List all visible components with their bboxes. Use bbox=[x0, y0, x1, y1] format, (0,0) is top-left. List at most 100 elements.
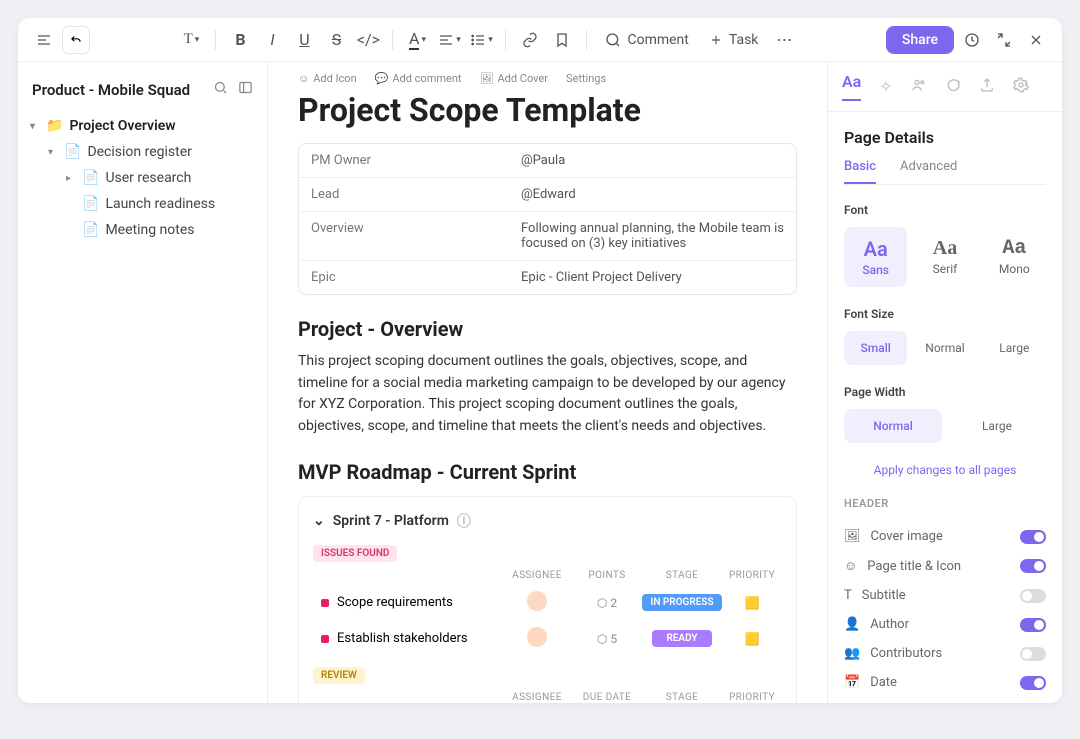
toggle[interactable] bbox=[1020, 589, 1046, 603]
list-button[interactable]: ▾ bbox=[467, 26, 495, 54]
add-comment-action[interactable]: 💬 Add comment bbox=[375, 72, 462, 85]
row-label: Cover image bbox=[871, 529, 943, 544]
avatar[interactable] bbox=[527, 627, 547, 647]
status-dot bbox=[321, 599, 329, 607]
tab-settings-icon[interactable] bbox=[1013, 77, 1029, 97]
undo-button[interactable] bbox=[62, 26, 90, 54]
meta-value: Epic - Client Project Delivery bbox=[509, 261, 796, 294]
width-normal[interactable]: Normal bbox=[844, 409, 942, 443]
points: ⬡ 5 bbox=[572, 632, 642, 646]
tab-ai-icon[interactable]: ✧ bbox=[879, 77, 892, 96]
rpanel-title: Page Details bbox=[844, 128, 1046, 147]
stage-pill[interactable]: IN PROGRESS bbox=[642, 594, 721, 611]
add-cover-action[interactable]: 🖼 Add Cover bbox=[480, 72, 548, 85]
header-toggle-row: T Subtitle bbox=[844, 581, 1046, 610]
col-header: DUE DATE bbox=[572, 692, 642, 703]
meta-row[interactable]: Lead@Edward bbox=[299, 178, 796, 212]
tab-chat-icon[interactable] bbox=[945, 77, 961, 97]
fontsize-small[interactable]: Small bbox=[844, 331, 907, 365]
bold-button[interactable]: B bbox=[226, 26, 254, 54]
sidebar-item[interactable]: 📄 Launch readiness bbox=[26, 191, 259, 217]
font-mono[interactable]: AaMono bbox=[983, 227, 1046, 287]
task-button[interactable]: Task bbox=[701, 32, 767, 48]
toggle[interactable] bbox=[1020, 559, 1046, 573]
page-title[interactable]: Project Scope Template bbox=[298, 91, 797, 129]
overview-body[interactable]: This project scoping document outlines t… bbox=[298, 351, 797, 438]
more-icon[interactable]: ⋯ bbox=[770, 26, 798, 54]
sidebar-item[interactable]: ▾📁Project Overview bbox=[26, 113, 259, 139]
font-color-button[interactable]: A▾ bbox=[403, 26, 431, 54]
sidebar-item[interactable]: 📄Meeting notes bbox=[26, 217, 259, 243]
underline-button[interactable]: U bbox=[290, 26, 318, 54]
fontsize-normal[interactable]: Normal bbox=[913, 331, 976, 365]
sidebar-tree: ▾📁Project Overview▾📄Decision register▸📄U… bbox=[26, 113, 259, 243]
doc-icon: 📄 bbox=[64, 144, 81, 160]
meta-row[interactable]: EpicEpic - Client Project Delivery bbox=[299, 261, 796, 294]
close-icon[interactable] bbox=[1022, 26, 1050, 54]
tab-typography[interactable]: Aa bbox=[842, 72, 861, 101]
collapse-icon[interactable] bbox=[990, 26, 1018, 54]
add-icon-action[interactable]: ☺ Add Icon bbox=[298, 72, 357, 85]
chevron-down-icon: ⌄ bbox=[313, 513, 325, 529]
col-header: PRIORITY bbox=[722, 570, 782, 581]
sidebar-item[interactable]: ▸📄User research bbox=[26, 165, 259, 191]
priority-flag[interactable]: 🟨 bbox=[722, 632, 782, 646]
meta-table: PM Owner@PaulaLead@EdwardOverviewFollowi… bbox=[298, 143, 797, 295]
avatar[interactable] bbox=[527, 591, 547, 611]
stage-pill[interactable]: READY bbox=[652, 630, 712, 647]
row-label: Subtitle bbox=[862, 588, 906, 603]
doc-icon: 📄 bbox=[82, 196, 99, 212]
subtab-advanced[interactable]: Advanced bbox=[900, 159, 957, 184]
group-chip[interactable]: ISSUES FOUND bbox=[313, 545, 397, 562]
panel-icon[interactable] bbox=[238, 80, 253, 99]
task-row[interactable]: Scope requirements ⬡ 2 IN PROGRESS 🟨 bbox=[313, 585, 782, 621]
comment-button[interactable]: Comment bbox=[597, 32, 696, 48]
bookmark-button[interactable] bbox=[548, 26, 576, 54]
share-button[interactable]: Share bbox=[886, 26, 954, 54]
apply-all-link[interactable]: Apply changes to all pages bbox=[844, 463, 1046, 477]
width-large[interactable]: Large bbox=[948, 409, 1046, 443]
status-dot bbox=[321, 635, 329, 643]
tab-people-icon[interactable] bbox=[911, 77, 927, 97]
settings-action[interactable]: Settings bbox=[566, 72, 606, 85]
toggle[interactable] bbox=[1020, 618, 1046, 632]
folder-icon: 📁 bbox=[46, 118, 63, 134]
toggle[interactable] bbox=[1020, 530, 1046, 544]
task-row[interactable]: Establish stakeholders ⬡ 5 READY 🟨 bbox=[313, 621, 782, 657]
toggle[interactable] bbox=[1020, 676, 1046, 690]
code-button[interactable]: </> bbox=[354, 26, 382, 54]
history-icon[interactable] bbox=[958, 26, 986, 54]
fontsize-label: Font Size bbox=[844, 307, 1046, 321]
col-header: ASSIGNEE bbox=[502, 570, 572, 581]
priority-flag[interactable]: 🟨 bbox=[722, 596, 782, 610]
header-section-label: HEADER bbox=[844, 497, 1046, 510]
points: ⬡ 2 bbox=[572, 596, 642, 610]
tab-export-icon[interactable] bbox=[979, 77, 995, 97]
meta-row[interactable]: PM Owner@Paula bbox=[299, 144, 796, 178]
link-button[interactable] bbox=[516, 26, 544, 54]
row-icon: ☺ bbox=[844, 558, 857, 574]
font-sans[interactable]: AaSans bbox=[844, 227, 907, 287]
sidebar-item-label: Launch readiness bbox=[105, 196, 215, 212]
row-icon: T bbox=[844, 588, 852, 603]
strike-button[interactable]: S bbox=[322, 26, 350, 54]
paragraph-style[interactable]: T▾ bbox=[177, 26, 205, 54]
sidebar-item-label: Decision register bbox=[87, 144, 191, 160]
font-serif[interactable]: AaSerif bbox=[913, 227, 976, 287]
meta-row[interactable]: OverviewFollowing annual planning, the M… bbox=[299, 212, 796, 261]
subtab-basic[interactable]: Basic bbox=[844, 159, 876, 184]
row-label: Author bbox=[870, 617, 909, 632]
search-icon[interactable] bbox=[213, 80, 228, 99]
menu-icon[interactable] bbox=[30, 26, 58, 54]
doc-icon: 📄 bbox=[82, 222, 99, 238]
group-chip[interactable]: REVIEW bbox=[313, 667, 365, 684]
toggle[interactable] bbox=[1020, 647, 1046, 661]
align-button[interactable]: ▾ bbox=[435, 26, 463, 54]
italic-button[interactable]: I bbox=[258, 26, 286, 54]
header-toggle-row: 👥Contributors bbox=[844, 639, 1046, 668]
fontsize-large[interactable]: Large bbox=[983, 331, 1046, 365]
meta-label: Overview bbox=[299, 212, 509, 260]
sprint-header[interactable]: ⌄Sprint 7 - Platformⓘ bbox=[313, 511, 782, 531]
sidebar-item-label: Project Overview bbox=[69, 118, 175, 134]
sidebar-item[interactable]: ▾📄Decision register bbox=[26, 139, 259, 165]
